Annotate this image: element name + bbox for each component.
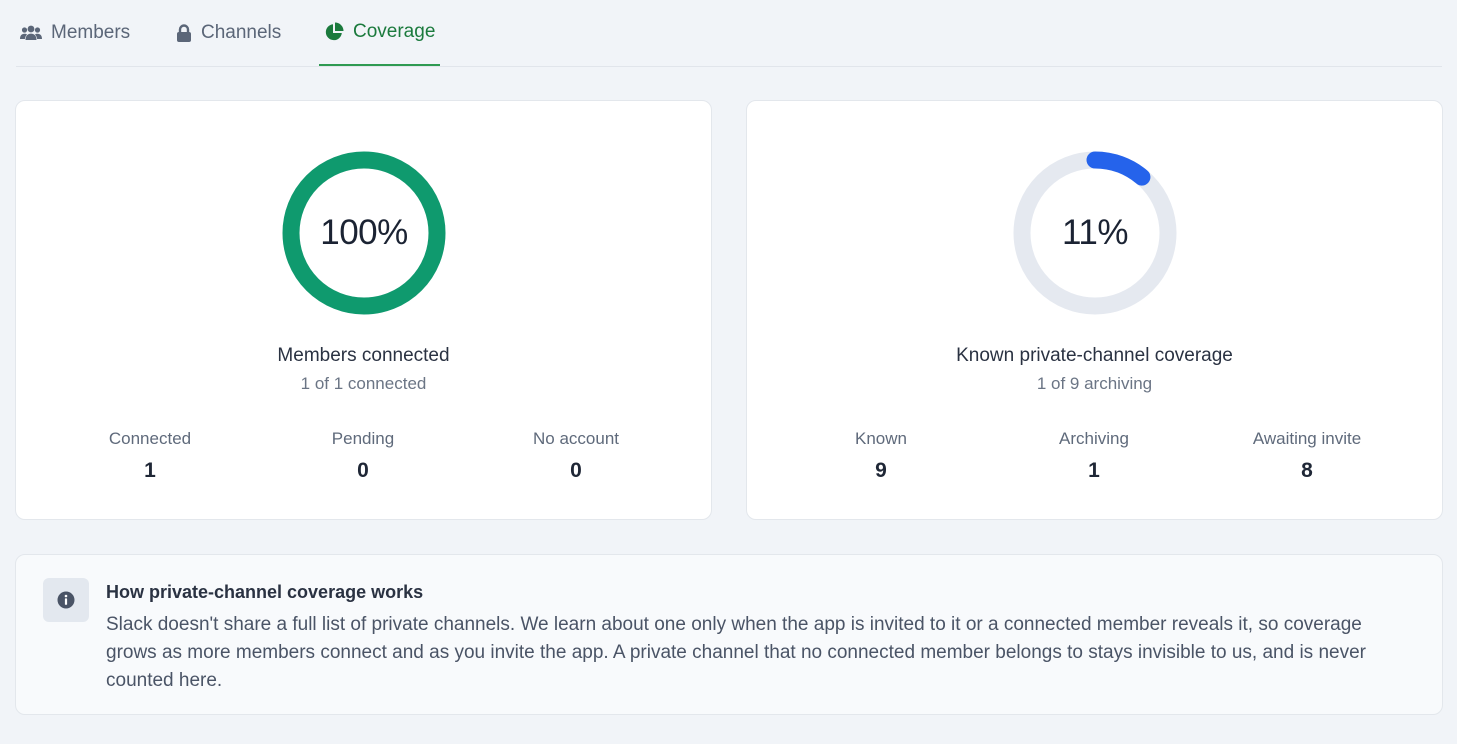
info-title: How private-channel coverage works xyxy=(106,582,424,602)
info-body: Slack doesn't share a full list of priva… xyxy=(106,614,1366,691)
channels-card-subtitle: 1 of 9 archiving xyxy=(1036,374,1153,393)
lock-icon xyxy=(176,24,192,42)
stat-value: 8 xyxy=(1301,459,1313,482)
stat-awaiting-invite: Awaiting invite 8 xyxy=(1207,429,1407,483)
stat-label: Pending xyxy=(331,429,395,448)
stat-value: 1 xyxy=(144,459,156,482)
tab-channels[interactable]: Channels xyxy=(176,0,281,66)
stat-archiving: Archiving 1 xyxy=(994,429,1194,483)
tab-channels-label: Channels xyxy=(201,22,282,43)
members-percent: 100% xyxy=(320,213,408,252)
stat-value: 9 xyxy=(875,459,887,482)
channels-card-title: Known private-channel coverage xyxy=(956,345,1233,366)
tab-members-label: Members xyxy=(51,22,131,43)
stat-value: 1 xyxy=(1088,459,1100,482)
channels-coverage-card: 11% Known private-channel coverage 1 of … xyxy=(746,100,1443,520)
members-coverage-card: 100% Members connected 1 of 1 connected … xyxy=(15,100,712,520)
pie-chart-icon xyxy=(324,22,344,42)
members-card-subtitle: 1 of 1 connected xyxy=(300,374,427,393)
members-card-title: Members connected xyxy=(277,345,450,366)
stat-label: Known xyxy=(855,429,907,448)
stat-value: 0 xyxy=(357,459,369,482)
stat-value: 0 xyxy=(570,459,582,482)
stat-no-account: No account 0 xyxy=(476,429,676,483)
members-donut: 100% xyxy=(281,150,447,316)
stat-label: Awaiting invite xyxy=(1252,429,1362,448)
coverage-info-panel: How private-channel coverage works Slack… xyxy=(15,554,1443,715)
channels-percent: 11% xyxy=(1062,213,1128,252)
tab-coverage[interactable]: Coverage xyxy=(319,0,440,66)
tab-members[interactable]: Members xyxy=(20,0,130,66)
channels-donut: 11% xyxy=(1012,150,1178,316)
stat-connected: Connected 1 xyxy=(50,429,250,483)
tab-coverage-label: Coverage xyxy=(353,21,436,42)
stat-pending: Pending 0 xyxy=(263,429,463,483)
stat-known: Known 9 xyxy=(781,429,981,483)
tab-bar: Members Channels Coverage xyxy=(16,0,1442,67)
users-icon xyxy=(20,24,42,42)
info-icon xyxy=(43,578,89,622)
stat-label: Archiving xyxy=(1059,429,1129,448)
stat-label: Connected xyxy=(108,429,192,448)
stat-label: No account xyxy=(533,429,619,448)
